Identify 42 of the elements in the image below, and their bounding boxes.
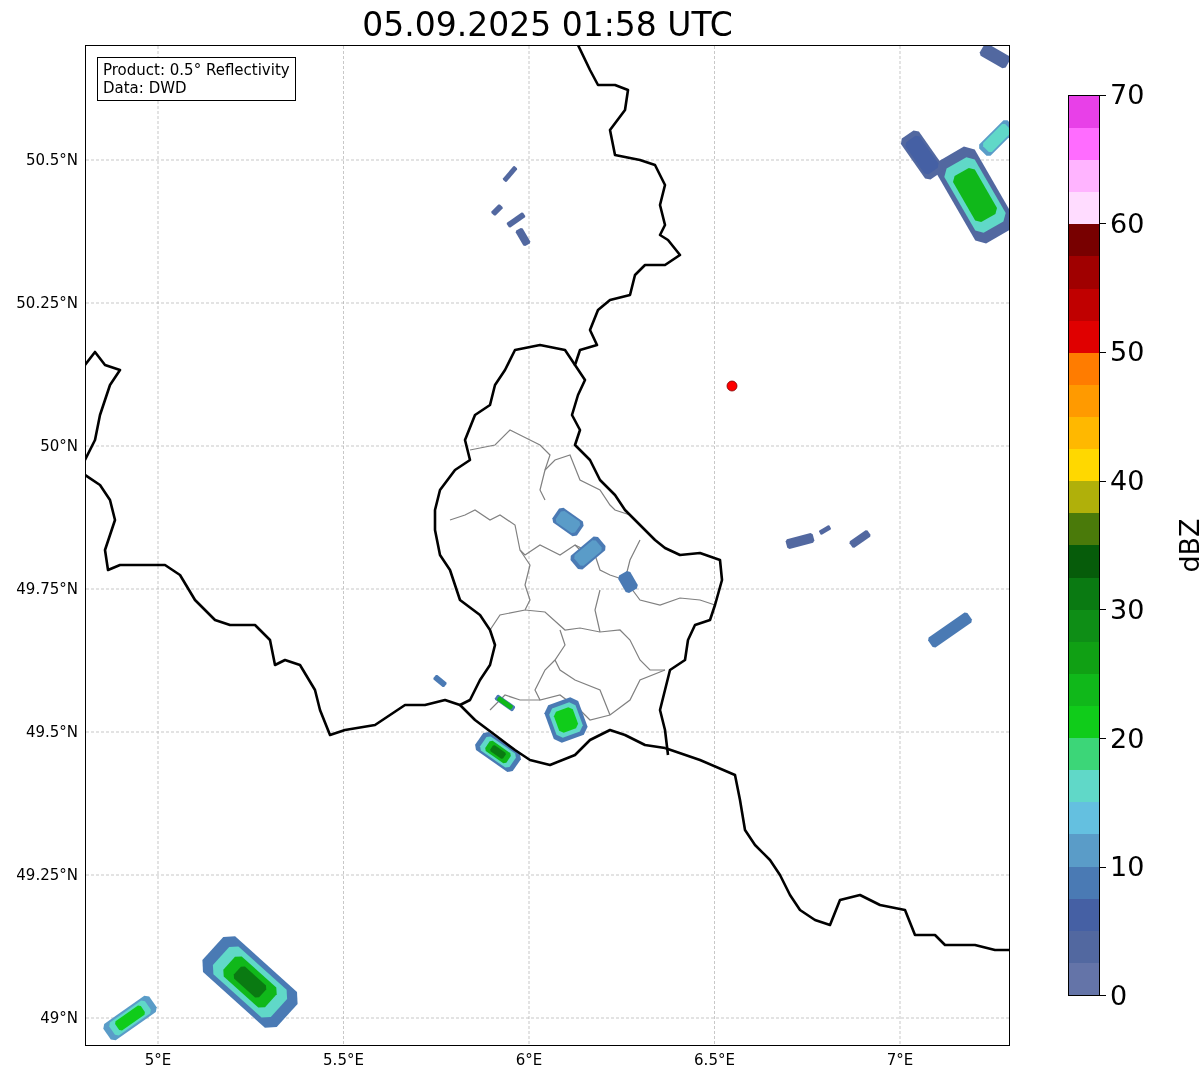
colorbar-tick-label: 60 (1110, 208, 1145, 239)
radar-echo (819, 525, 831, 535)
colorbar-tick-label: 0 (1110, 980, 1128, 1011)
latitude-label: 49.25°N (16, 866, 78, 884)
latitude-label: 49.75°N (16, 580, 78, 598)
radar-echo (494, 694, 516, 712)
radar-echo (849, 530, 871, 548)
radar-echo (618, 571, 638, 593)
radar-echo (506, 212, 526, 228)
longitude-label: 7°E (886, 1051, 914, 1069)
longitude-label: 6.5°E (694, 1051, 735, 1069)
radar-echo (515, 227, 531, 247)
latitude-label: 49.5°N (25, 723, 78, 741)
colorbar-tick-label: 10 (1110, 852, 1145, 883)
latitude-label: 50.5°N (25, 151, 78, 169)
radar-echo (502, 166, 518, 182)
colorbar-label: dBZ (1173, 518, 1202, 573)
chart-title: 05.09.2025 01:58 UTC (362, 8, 733, 45)
radar-echo (979, 46, 1009, 69)
colorbar-tick-label: 40 (1110, 466, 1145, 497)
radar-echo (433, 674, 447, 688)
colorbar-tick-label: 50 (1110, 337, 1145, 368)
radar-echo (544, 697, 588, 743)
longitude-label: 6°E (515, 1051, 543, 1069)
location-marker (726, 380, 738, 392)
radar-echo (552, 507, 584, 537)
radar-echo (570, 536, 606, 570)
radar-echo (785, 533, 815, 549)
radar-echo (928, 612, 972, 648)
colorbar-tick-label: 20 (1110, 723, 1145, 754)
longitude-label: 5.5°E (323, 1051, 364, 1069)
colorbar-tick-label: 70 (1110, 80, 1145, 110)
legend-text: Data: DWD (103, 79, 188, 97)
legend-text: Product: 0.5° Reflectivity (103, 61, 290, 79)
latitude-label: 50.25°N (16, 294, 78, 312)
longitude-label: 5°E (144, 1051, 172, 1069)
radar-echo (103, 995, 157, 1041)
latitude-label: 49°N (40, 1009, 78, 1027)
radar-echo (475, 732, 521, 772)
colorbar-tick-label: 30 (1110, 594, 1145, 625)
latitude-label: 50°N (40, 437, 78, 455)
radar-echo (491, 204, 503, 216)
